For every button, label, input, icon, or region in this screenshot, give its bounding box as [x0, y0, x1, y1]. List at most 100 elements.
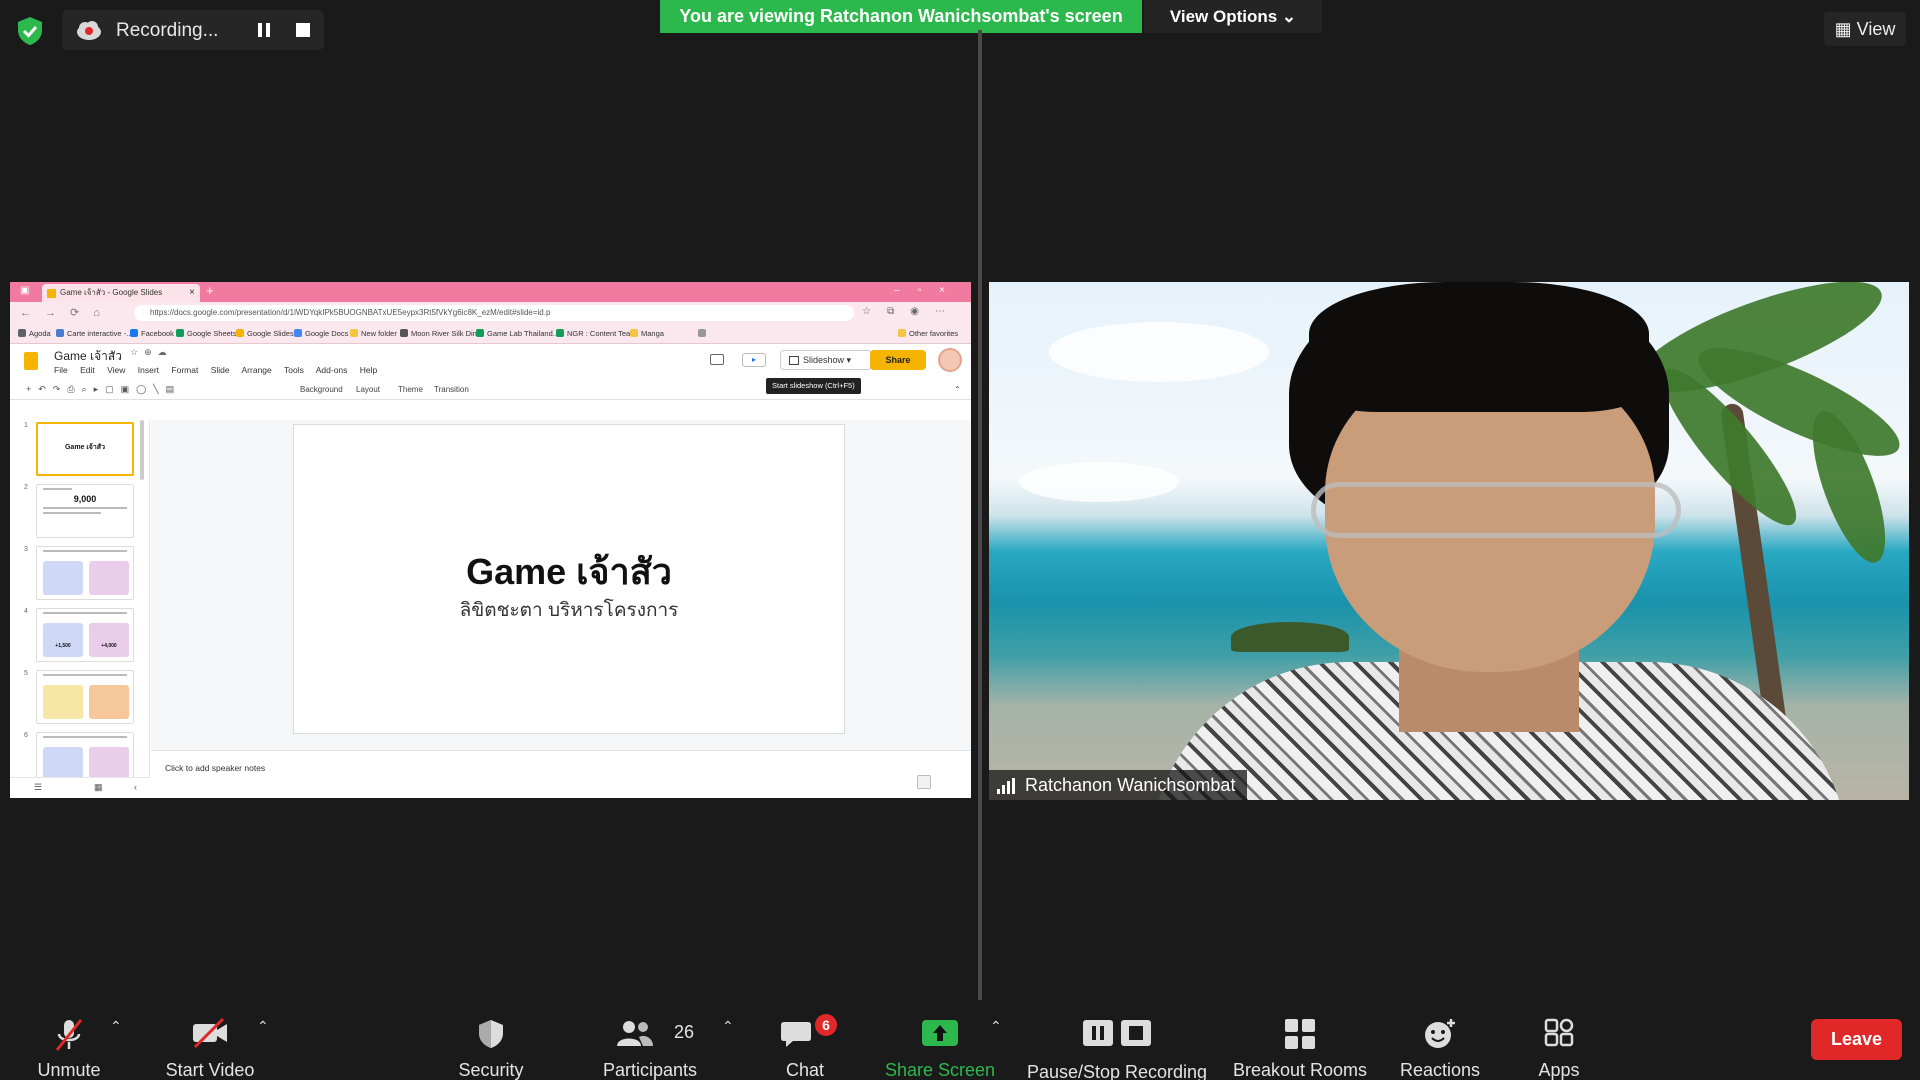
- bookmark-item[interactable]: NGR : Content Tea...: [556, 329, 636, 338]
- meet-present-icon[interactable]: ▸: [742, 353, 766, 367]
- split-divider[interactable]: [978, 30, 982, 1000]
- participants-count: 26: [674, 1022, 695, 1042]
- participants-label: Participants: [602, 1060, 698, 1080]
- share-screen-button[interactable]: Share Screen: [880, 1008, 1000, 1080]
- account-avatar[interactable]: [938, 348, 962, 372]
- current-slide[interactable]: Game เจ้าสัว ลิขิตชะตา บริหารโครงการ: [293, 424, 845, 734]
- browser-action-icons[interactable]: ☆⧉◉⋯: [862, 306, 961, 317]
- recording-cloud-icon: [77, 21, 101, 40]
- bookmark-item[interactable]: Google Slides: [236, 329, 294, 338]
- chat-button[interactable]: 6 Chat: [770, 1008, 840, 1080]
- slide-title[interactable]: Game เจ้าสัว: [294, 543, 844, 600]
- bookmarks-bar: Agoda Carte interactive -... Facebook Go…: [10, 324, 971, 344]
- pause-stop-recording-button[interactable]: Pause/Stop Recording: [1022, 1008, 1212, 1080]
- browser-tab[interactable]: Game เจ้าสัว - Google Slides ×: [42, 284, 200, 302]
- share-button[interactable]: Share: [870, 350, 926, 370]
- participants-chevron-icon[interactable]: ⌃: [722, 1018, 734, 1035]
- chevron-right-icon[interactable]: [698, 329, 709, 338]
- security-shield-icon[interactable]: [16, 16, 44, 46]
- reactions-button[interactable]: Reactions: [1392, 1008, 1488, 1080]
- new-tab-icon[interactable]: +: [206, 283, 214, 298]
- menu-slide[interactable]: Slide: [211, 365, 230, 375]
- thumb-value: +1,500: [43, 623, 83, 657]
- bookmark-item[interactable]: Facebook: [130, 329, 174, 338]
- menu-edit[interactable]: Edit: [80, 365, 95, 375]
- menu-insert[interactable]: Insert: [138, 365, 159, 375]
- security-button[interactable]: Security: [446, 1008, 536, 1080]
- slide-thumbnail[interactable]: 5: [10, 670, 150, 726]
- participant-video[interactable]: Ratchanon Wanichsombat: [989, 282, 1909, 800]
- bookmark-item[interactable]: Other favorites: [898, 329, 958, 338]
- thumb-value: 9,000: [73, 494, 97, 504]
- bookmark-item[interactable]: Google Sheets: [176, 329, 237, 338]
- slide-thumbnail[interactable]: 1 Game เจ้าสัว: [10, 422, 150, 478]
- unmute-button[interactable]: Unmute: [24, 1008, 114, 1080]
- menu-tools[interactable]: Tools: [284, 365, 304, 375]
- start-video-label: Start Video: [165, 1060, 255, 1080]
- leave-button[interactable]: Leave: [1811, 1019, 1902, 1060]
- apps-button[interactable]: Apps: [1518, 1008, 1600, 1080]
- view-label: View: [1856, 19, 1896, 39]
- bookmark-item[interactable]: New folder: [350, 329, 397, 338]
- slides-logo-icon[interactable]: [24, 352, 38, 370]
- toolbar-transition[interactable]: Transition: [434, 385, 469, 394]
- bookmark-item[interactable]: Manga: [630, 329, 664, 338]
- close-tab-icon[interactable]: ×: [189, 284, 195, 302]
- view-button[interactable]: ▦ View: [1824, 12, 1906, 46]
- bookmark-item[interactable]: Moon River Silk Din...: [400, 329, 483, 338]
- bookmark-item[interactable]: Google Docs: [294, 329, 348, 338]
- url-field[interactable]: https://docs.google.com/presentation/d/1…: [134, 305, 854, 321]
- bookmark-item[interactable]: Agoda: [18, 329, 51, 338]
- toolbar-background[interactable]: Background: [300, 385, 343, 394]
- speaker-notes[interactable]: Click to add speaker notes: [151, 750, 971, 798]
- bookmark-item[interactable]: Carte interactive -...: [56, 329, 132, 338]
- thumb-number: 5: [24, 670, 28, 677]
- grid-view-icon[interactable]: ▦: [94, 782, 103, 793]
- slide-thumbnail[interactable]: 4 +1,500 +4,000: [10, 608, 150, 664]
- toolbar-theme[interactable]: Theme: [398, 385, 423, 394]
- slide-thumbnail[interactable]: 2 9,000: [10, 484, 150, 540]
- menu-view[interactable]: View: [107, 365, 125, 375]
- start-video-button[interactable]: Start Video: [155, 1008, 265, 1080]
- menu-file[interactable]: File: [54, 365, 68, 375]
- thumb-value: +4,000: [89, 623, 129, 657]
- filmstrip-view-controls[interactable]: ☰ ▦ ‹: [10, 777, 150, 798]
- chat-bubble-icon: [781, 1022, 811, 1047]
- pause-recording-icon[interactable]: [252, 20, 276, 40]
- meeting-toolbar: Unmute ⌃ Start Video ⌃ Security 26 Parti…: [0, 1000, 1920, 1080]
- menu-arrange[interactable]: Arrange: [242, 365, 272, 375]
- stop-recording-icon[interactable]: [294, 22, 312, 38]
- recording-label: Recording...: [116, 20, 219, 41]
- nav-buttons[interactable]: ←→⟳⌂: [20, 306, 114, 319]
- menu-format[interactable]: Format: [171, 365, 198, 375]
- audio-options-chevron-icon[interactable]: ⌃: [110, 1018, 122, 1035]
- slide-thumbnail[interactable]: 3: [10, 546, 150, 602]
- signal-strength-icon: [997, 778, 1017, 794]
- person-glasses: [1311, 482, 1681, 538]
- toolbar-layout[interactable]: Layout: [356, 385, 380, 394]
- tab-actions-icon[interactable]: ▣: [20, 285, 29, 296]
- bookmark-item[interactable]: Game Lab Thailand...: [476, 329, 559, 338]
- star-move-cloud-icons[interactable]: ☆⊕☁: [130, 347, 173, 358]
- toolbar-icons[interactable]: +↶↷⎙⌕▸▢▣◯╲▤: [26, 384, 181, 395]
- tab-title: Game เจ้าสัว - Google Slides: [60, 288, 163, 297]
- menu-help[interactable]: Help: [360, 365, 377, 375]
- thumb-title: Game เจ้าสัว: [64, 444, 106, 451]
- participants-button[interactable]: 26 Participants: [596, 1008, 704, 1080]
- window-controls[interactable]: –▫×: [894, 285, 963, 296]
- chevron-left-icon[interactable]: ‹: [134, 782, 137, 792]
- breakout-rooms-button[interactable]: Breakout Rooms: [1228, 1008, 1372, 1080]
- document-title[interactable]: Game เจ้าสัว: [54, 347, 122, 366]
- slide-subtitle[interactable]: ลิขิตชะตา บริหารโครงการ: [294, 595, 844, 625]
- collapse-icon[interactable]: ⌃: [954, 385, 961, 394]
- video-options-chevron-icon[interactable]: ⌃: [257, 1018, 269, 1035]
- menu-addons[interactable]: Add-ons: [316, 365, 348, 375]
- share-options-chevron-icon[interactable]: ⌃: [990, 1018, 1002, 1035]
- slide-canvas-area: Game เจ้าสัว ลิขิตชะตา บริหารโครงการ: [151, 420, 971, 750]
- list-view-icon[interactable]: ☰: [34, 782, 42, 793]
- comments-icon[interactable]: [710, 354, 724, 365]
- slideshow-button[interactable]: Slideshow ▾: [780, 350, 872, 370]
- view-options-button[interactable]: View Options ⌄: [1144, 0, 1322, 33]
- share-screen-label: Share Screen: [884, 1060, 996, 1080]
- explore-icon[interactable]: [917, 775, 931, 789]
